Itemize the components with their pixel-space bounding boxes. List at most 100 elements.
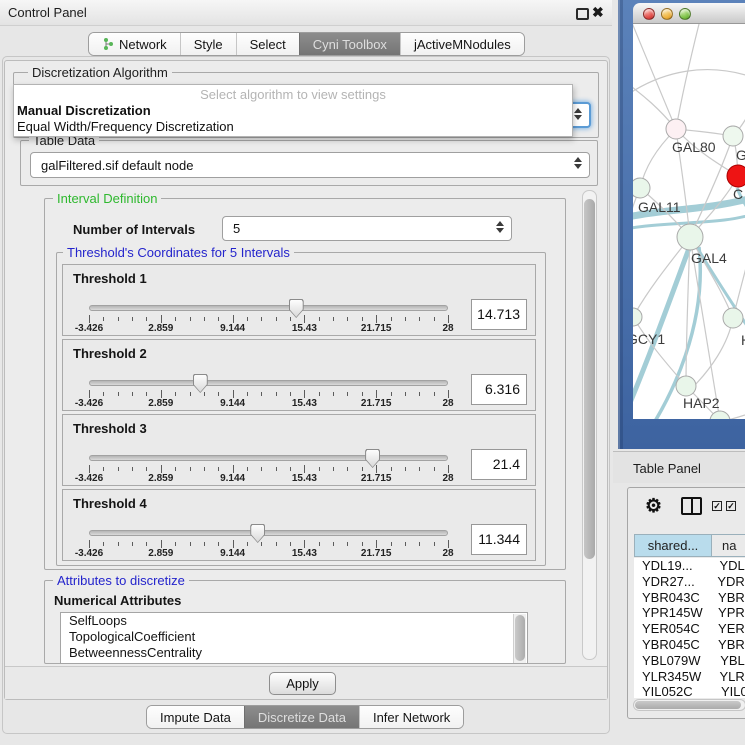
cell-shared-name[interactable]: YLR345W <box>634 669 716 685</box>
attribute-item[interactable]: BetweennessCentrality <box>61 645 527 661</box>
table-row[interactable]: YBR045CYBR0 <box>634 637 745 653</box>
dropdown-option-manual[interactable]: Manual Discretization <box>17 103 151 118</box>
cyni-bottom-tabs: Impute DataDiscretize DataInfer Network <box>146 705 464 729</box>
cell-shared-name[interactable]: YPR145W <box>634 605 715 621</box>
attribute-item[interactable]: SelfLoops <box>61 613 527 629</box>
table-row[interactable]: YPR145WYPR1 <box>634 605 745 621</box>
network-edge <box>633 237 690 317</box>
network-node-gal4[interactable] <box>677 224 703 250</box>
threshold-slider-track[interactable] <box>89 380 448 386</box>
threshold-label: Threshold 1 <box>73 271 147 286</box>
cell-shared-name[interactable]: YDR27... <box>634 574 714 590</box>
cell-name[interactable]: YBL0 <box>717 653 745 669</box>
threshold-slider-track[interactable] <box>89 530 448 536</box>
threshold-value-field[interactable]: 6.316 <box>471 374 527 405</box>
tab-impute-data[interactable]: Impute Data <box>147 706 244 728</box>
table-row[interactable]: YDL19...YDL1 <box>634 558 745 574</box>
threshold-value-field[interactable]: 21.4 <box>471 449 527 480</box>
table-row[interactable]: YDR27...YDR2 <box>634 574 745 590</box>
cell-name[interactable]: YIL0 <box>718 684 745 698</box>
network-node[interactable] <box>710 411 730 419</box>
tab-discretize-data[interactable]: Discretize Data <box>244 706 359 728</box>
thresholds-group-label: Threshold's Coordinates for 5 Intervals <box>63 245 294 260</box>
combobox-arrows-icon <box>574 157 582 169</box>
tab-network[interactable]: Network <box>89 33 180 55</box>
cell-shared-name[interactable]: YDL19... <box>634 558 716 574</box>
slider-tick-labels: -3.4262.8599.14415.4321.71528 <box>89 473 448 485</box>
network-node-gal11[interactable] <box>633 178 650 198</box>
table-row[interactable]: YIL052CYIL0 <box>634 684 745 698</box>
numerical-attributes-list[interactable]: SelfLoopsTopologicalCoefficientBetweenne… <box>60 612 528 664</box>
threshold-value-field[interactable]: 14.713 <box>471 299 527 330</box>
number-of-intervals-combobox[interactable]: 5 <box>222 216 512 241</box>
table-row[interactable]: YBL079WYBL0 <box>634 653 745 669</box>
network-node-hap2[interactable] <box>676 376 696 396</box>
threshold-slider-track[interactable] <box>89 455 448 461</box>
cell-name[interactable]: YBR0 <box>715 590 745 606</box>
dropdown-option-equal-width[interactable]: Equal Width/Frequency Discretization <box>17 119 234 134</box>
attributes-group-label: Attributes to discretize <box>53 573 189 588</box>
attribute-item[interactable]: TopologicalCoefficient <box>61 629 527 645</box>
panel-scrollbar-thumb[interactable] <box>584 199 595 559</box>
table-row[interactable]: YBR043CYBR0 <box>634 590 745 606</box>
checkbox-icon[interactable]: ✓ <box>726 501 736 511</box>
threshold-label: Threshold 4 <box>73 496 147 511</box>
cell-shared-name[interactable]: YBR043C <box>634 590 715 606</box>
network-node-h[interactable] <box>723 308 743 328</box>
threshold-panel-1: Threshold 1-3.4262.8599.14415.4321.71528… <box>62 264 536 336</box>
network-node-gal80[interactable] <box>666 119 686 139</box>
apply-button[interactable]: Apply <box>269 672 336 695</box>
screenshot-root: Control Panel ✖ NetworkStyleSelectCyni T… <box>0 0 745 745</box>
slider-tick-labels: -3.4262.8599.14415.4321.71528 <box>89 548 448 560</box>
tab-cyni-toolbox[interactable]: Cyni Toolbox <box>299 33 400 55</box>
cell-name[interactable]: YLR3 <box>716 669 745 685</box>
slider-tick-labels: -3.4262.8599.14415.4321.71528 <box>89 398 448 410</box>
table-hscrollbar[interactable] <box>633 699 745 711</box>
gear-icon[interactable]: ⚙ <box>645 495 662 518</box>
close-panel-icon[interactable]: ✖ <box>592 4 604 21</box>
network-node-label: GAL4 <box>691 250 727 266</box>
cell-shared-name[interactable]: YBL079W <box>634 653 717 669</box>
tab-style[interactable]: Style <box>180 33 236 55</box>
table-data-combobox[interactable]: galFiltered.sif default node <box>30 152 590 178</box>
column-header-name[interactable]: na <box>711 534 745 557</box>
cell-name[interactable]: YPR1 <box>715 605 745 621</box>
table-panel-title: Table Panel <box>633 461 701 476</box>
cell-name[interactable]: YER0 <box>715 621 745 637</box>
network-node-gcy1[interactable] <box>633 308 642 326</box>
table-hscrollbar-thumb[interactable] <box>635 701 741 709</box>
threshold-slider-track[interactable] <box>89 305 448 311</box>
control-panel-titlebar: Control Panel ✖ <box>0 0 612 26</box>
network-view-canvas[interactable]: GAL80GCGAL11GAL4GCY1HHAP2 <box>633 24 745 419</box>
table-row[interactable]: YLR345WYLR3 <box>634 669 745 685</box>
window-minimize-icon[interactable] <box>661 8 673 20</box>
tab-infer-network[interactable]: Infer Network <box>359 706 463 728</box>
tab-select[interactable]: Select <box>236 33 299 55</box>
cell-name[interactable]: YDR2 <box>714 574 745 590</box>
network-edge <box>633 70 745 100</box>
checkbox-icon[interactable]: ✓ <box>712 501 722 511</box>
split-columns-icon[interactable] <box>681 497 702 515</box>
panel-scrollbar[interactable] <box>582 190 597 660</box>
column-header-shared-name[interactable]: shared... <box>634 534 712 557</box>
table-data-value: galFiltered.sif default node <box>41 158 193 173</box>
cell-name[interactable]: YBR0 <box>715 637 745 653</box>
window-zoom-icon[interactable] <box>679 8 691 20</box>
network-node-label: C <box>733 186 743 202</box>
float-panel-icon[interactable] <box>576 8 589 20</box>
list-scrollbar[interactable] <box>513 614 526 664</box>
number-of-intervals-label: Number of Intervals <box>73 222 195 237</box>
threshold-value-field[interactable]: 11.344 <box>471 524 527 555</box>
window-close-icon[interactable] <box>643 8 655 20</box>
cell-shared-name[interactable]: YBR045C <box>634 637 715 653</box>
network-node-label: GAL11 <box>638 199 681 215</box>
cell-shared-name[interactable]: YER054C <box>634 621 715 637</box>
table-row[interactable]: YER054CYER0 <box>634 621 745 637</box>
network-node-g[interactable] <box>723 126 743 146</box>
network-window-titlebar[interactable] <box>633 3 745 24</box>
cell-name[interactable]: YDL1 <box>716 558 745 574</box>
number-of-intervals-value: 5 <box>233 221 240 236</box>
network-node-c[interactable] <box>727 165 745 187</box>
cell-shared-name[interactable]: YIL052C <box>634 684 718 698</box>
tab-jactivemnodules[interactable]: jActiveMNodules <box>400 33 524 55</box>
